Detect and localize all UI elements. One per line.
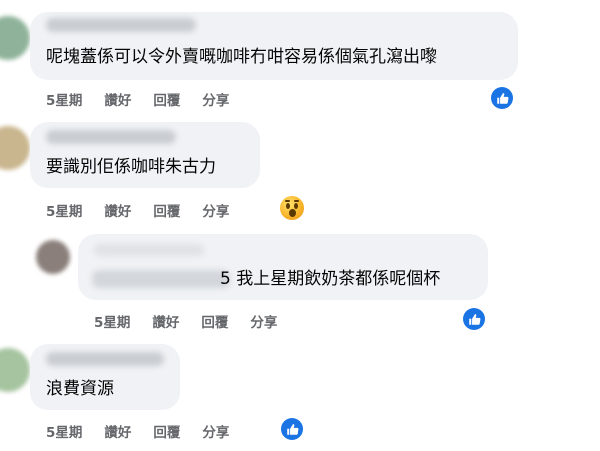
author-name-blurred[interactable] — [94, 244, 204, 256]
mention-blurred[interactable] — [92, 270, 230, 288]
comment-text: 浪費資源 — [46, 379, 114, 399]
like-reaction-icon[interactable] — [463, 308, 485, 330]
reply-button[interactable]: 回覆 — [201, 311, 228, 331]
like-button[interactable]: 讚好 — [104, 200, 131, 220]
comment-actions: 5星期 讚好 回覆 分享 — [46, 200, 229, 220]
comment-bubble: 5 我上星期飲奶茶都係呢個杯 — [78, 234, 488, 300]
comment-actions: 5星期 讚好 回覆 分享 — [46, 89, 229, 109]
author-name-blurred[interactable] — [46, 352, 164, 366]
comment-text: 要識別佢係咖啡朱古力 — [46, 157, 216, 177]
author-name-blurred[interactable] — [46, 18, 196, 32]
share-button[interactable]: 分享 — [202, 200, 229, 220]
comment-time[interactable]: 5星期 — [46, 89, 82, 109]
avatar[interactable] — [0, 348, 30, 392]
like-button[interactable]: 讚好 — [104, 421, 131, 441]
comment-actions: 5星期 讚好 回覆 分享 — [94, 311, 277, 331]
like-reaction-icon[interactable] — [491, 87, 513, 109]
avatar[interactable] — [36, 240, 70, 274]
reply-button[interactable]: 回覆 — [153, 89, 180, 109]
comment-bubble: 浪費資源 — [30, 344, 180, 410]
comment-bubble: 要識別佢係咖啡朱古力 — [30, 122, 260, 188]
comment-time[interactable]: 5星期 — [46, 421, 82, 441]
share-button[interactable]: 分享 — [202, 89, 229, 109]
author-name-blurred[interactable] — [46, 130, 176, 144]
wow-reaction-icon[interactable] — [280, 196, 304, 220]
comment-text: 5 我上星期飲奶茶都係呢個杯 — [220, 269, 441, 289]
comment-actions: 5星期 讚好 回覆 分享 — [46, 421, 229, 441]
reply-button[interactable]: 回覆 — [153, 421, 180, 441]
comment-time[interactable]: 5星期 — [46, 200, 82, 220]
like-button[interactable]: 讚好 — [152, 311, 179, 331]
like-button[interactable]: 讚好 — [104, 89, 131, 109]
comment-bubble: 呢塊蓋係可以令外賣嘅咖啡冇咁容易係個氣孔瀉出嚟 — [30, 12, 518, 80]
share-button[interactable]: 分享 — [250, 311, 277, 331]
comment-time[interactable]: 5星期 — [94, 311, 130, 331]
share-button[interactable]: 分享 — [202, 421, 229, 441]
avatar[interactable] — [0, 16, 30, 60]
reply-button[interactable]: 回覆 — [153, 200, 180, 220]
avatar[interactable] — [0, 126, 30, 170]
like-reaction-icon[interactable] — [281, 418, 303, 440]
comment-text: 呢塊蓋係可以令外賣嘅咖啡冇咁容易係個氣孔瀉出嚟 — [46, 47, 437, 67]
